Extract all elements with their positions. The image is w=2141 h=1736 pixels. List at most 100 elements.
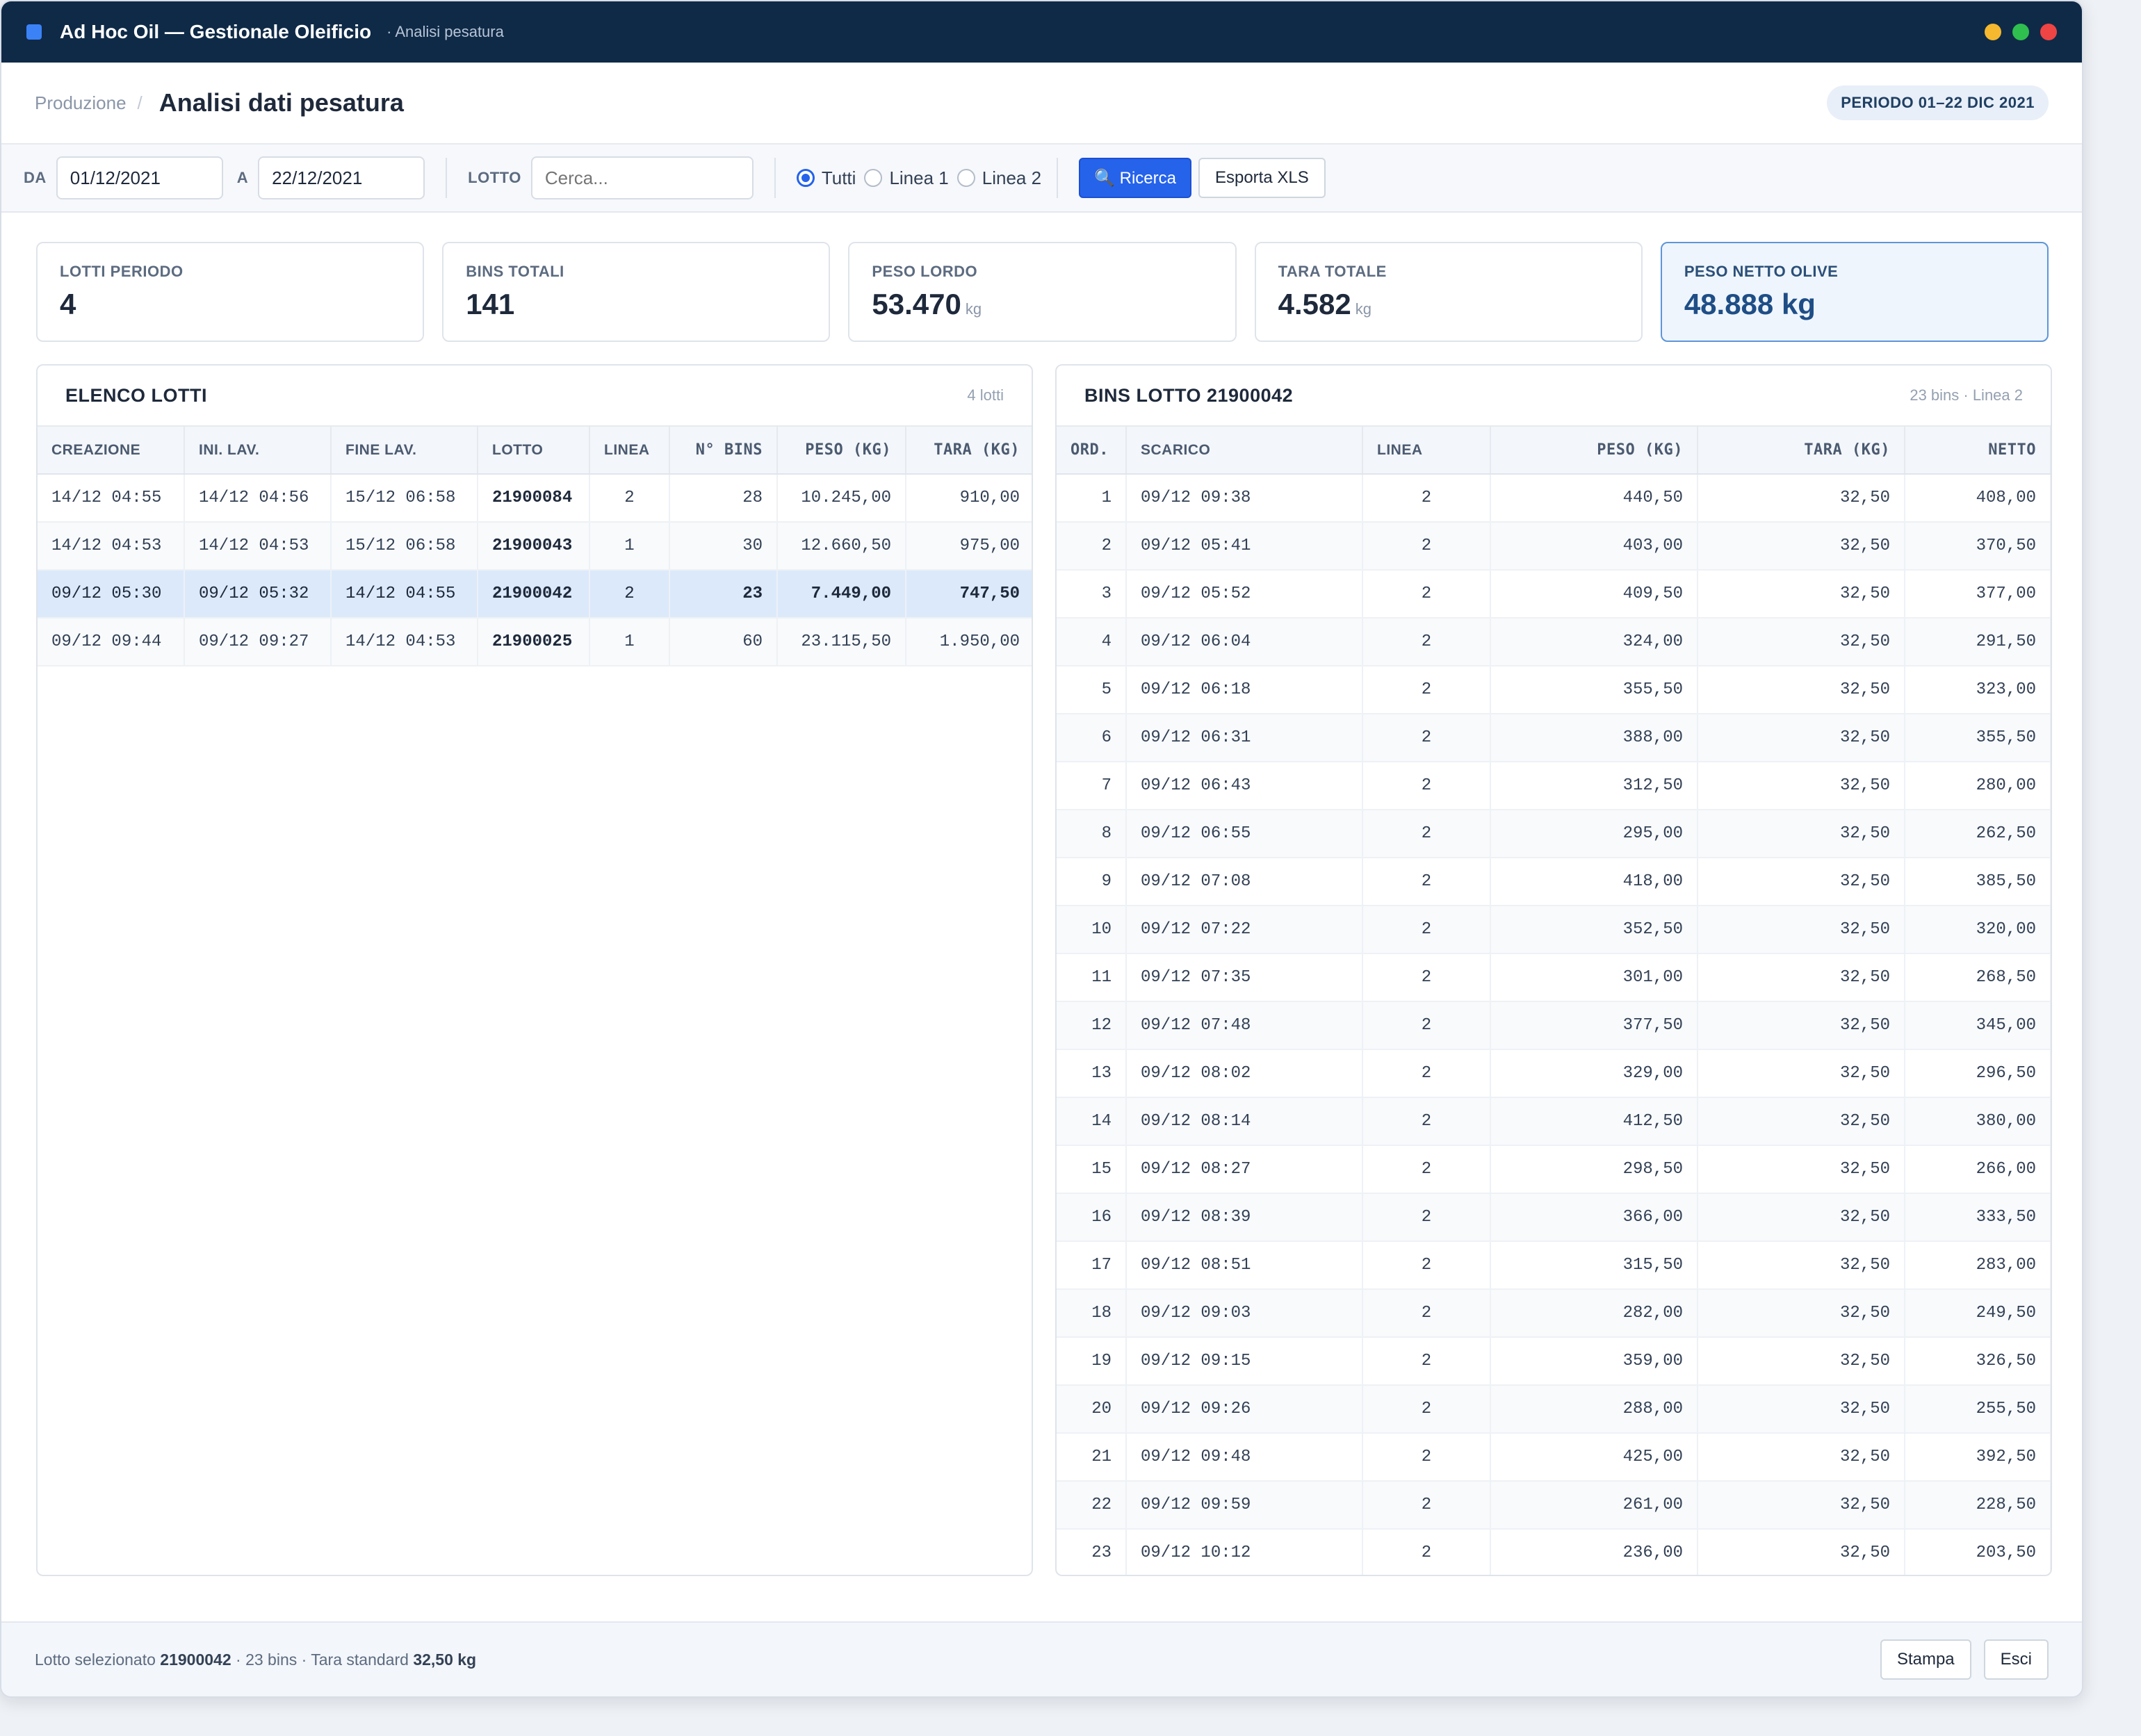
column-header[interactable]: N° BINS <box>669 427 778 475</box>
lot-row[interactable]: 14/12 04:55 14/12 04:56 15/12 06:58 2190008… <box>38 474 1032 523</box>
bin-row[interactable]: 15 09/12 08:27 2 298,50 32,50 266,00 <box>1057 1145 2051 1194</box>
table-cell: 2 <box>1362 1145 1491 1194</box>
bin-row[interactable]: 5 09/12 06:18 2 355,50 32,50 323,00 <box>1057 666 2051 714</box>
table-cell: 280,00 <box>1905 762 2051 810</box>
bin-row[interactable]: 22 09/12 09:59 2 261,00 32,50 228,50 <box>1057 1481 2051 1530</box>
column-header[interactable]: ORD. <box>1057 427 1127 475</box>
table-cell: 09/12 06:55 <box>1126 810 1363 858</box>
table-cell: 380,00 <box>1905 1097 2051 1146</box>
column-header[interactable]: LOTTO <box>478 427 590 475</box>
stat-value: 141 <box>466 288 515 320</box>
divider <box>1057 158 1059 198</box>
bin-row[interactable]: 13 09/12 08:02 2 329,00 32,50 296,50 <box>1057 1049 2051 1098</box>
table-cell: 18 <box>1057 1289 1127 1338</box>
app-window: Ad Hoc Oil — Gestionale Oleificio · Anal… <box>0 0 2083 1698</box>
table-cell: 32,50 <box>1698 474 1905 523</box>
bin-row[interactable]: 2 09/12 05:41 2 403,00 32,50 370,50 <box>1057 522 2051 571</box>
stat-value-wrap: 4.582 kg <box>1278 288 1619 321</box>
radio-line1[interactable]: Linea 1 <box>864 167 949 189</box>
bin-row[interactable]: 23 09/12 10:12 2 236,00 32,50 203,50 <box>1057 1529 2051 1575</box>
bin-row[interactable]: 11 09/12 07:35 2 301,00 32,50 268,50 <box>1057 953 2051 1002</box>
table-cell: 355,50 <box>1905 714 2051 762</box>
table-cell: 2 <box>1362 1385 1491 1434</box>
bin-row[interactable]: 18 09/12 09:03 2 282,00 32,50 249,50 <box>1057 1289 2051 1338</box>
table-cell: 32,50 <box>1698 1385 1905 1434</box>
breadcrumb[interactable]: Produzione <box>35 92 127 114</box>
bin-row[interactable]: 1 09/12 09:38 2 440,50 32,50 408,00 <box>1057 474 2051 523</box>
column-header[interactable]: FINE LAV. <box>331 427 478 475</box>
stat-card-lots: LOTTI PERIODO 4 <box>36 242 425 342</box>
lot-row[interactable]: 09/12 05:30 09/12 05:32 14/12 04:55 2190004… <box>38 570 1032 619</box>
close-button[interactable] <box>2040 24 2057 40</box>
bin-row[interactable]: 4 09/12 06:04 2 324,00 32,50 291,50 <box>1057 618 2051 666</box>
column-header[interactable]: LINEA <box>589 427 670 475</box>
bin-row[interactable]: 20 09/12 09:26 2 288,00 32,50 255,50 <box>1057 1385 2051 1434</box>
lotto-search-input[interactable] <box>530 156 754 199</box>
print-button[interactable]: Stampa <box>1880 1639 1971 1680</box>
exit-button[interactable]: Esci <box>1983 1639 2049 1680</box>
from-date-input[interactable] <box>56 156 223 199</box>
table-cell: 2 <box>1362 714 1491 762</box>
bin-row[interactable]: 9 09/12 07:08 2 418,00 32,50 385,50 <box>1057 858 2051 906</box>
table-cell: 60 <box>669 618 778 666</box>
bin-row[interactable]: 16 09/12 08:39 2 366,00 32,50 333,50 <box>1057 1193 2051 1242</box>
stat-value: 4.582 <box>1278 288 1351 320</box>
bin-row[interactable]: 14 09/12 08:14 2 412,50 32,50 380,00 <box>1057 1097 2051 1146</box>
table-cell: 385,50 <box>1905 858 2051 906</box>
table-cell: 14/12 04:53 <box>184 522 332 571</box>
table-cell: 15/12 06:58 <box>331 474 478 523</box>
column-header[interactable]: LINEA <box>1362 427 1491 475</box>
column-header[interactable]: PESO (KG) <box>1490 427 1698 475</box>
radio-line2[interactable]: Linea 2 <box>956 167 1041 189</box>
table-cell: 418,00 <box>1490 858 1698 906</box>
from-label: DA <box>24 169 47 186</box>
column-header[interactable]: INI. LAV. <box>184 427 332 475</box>
bin-row[interactable]: 3 09/12 05:52 2 409,50 32,50 377,00 <box>1057 570 2051 619</box>
footer-middle: · 23 bins · Tara standard <box>236 1650 409 1669</box>
table-cell: 09/12 07:08 <box>1126 858 1363 906</box>
column-header[interactable]: PESO (KG) <box>777 427 906 475</box>
column-header[interactable]: NETTO <box>1905 427 2051 475</box>
table-cell: 312,50 <box>1490 762 1698 810</box>
lot-row[interactable]: 14/12 04:53 14/12 04:53 15/12 06:58 2190004… <box>38 522 1032 571</box>
table-cell: 366,00 <box>1490 1193 1698 1242</box>
table-cell: 09/12 09:59 <box>1126 1481 1363 1530</box>
table-cell: 32,50 <box>1698 810 1905 858</box>
lot-row[interactable]: 09/12 09:44 09/12 09:27 14/12 04:53 2190002… <box>38 618 1032 666</box>
bin-row[interactable]: 12 09/12 07:48 2 377,50 32,50 345,00 <box>1057 1001 2051 1050</box>
table-cell: 262,50 <box>1905 810 2051 858</box>
table-cell: 2 <box>589 474 670 523</box>
table-cell: 10.245,00 <box>777 474 906 523</box>
stat-label: TARA TOTALE <box>1278 263 1387 280</box>
table-cell: 32,50 <box>1698 1481 1905 1530</box>
to-date-input[interactable] <box>258 156 425 199</box>
table-cell: 09/12 05:52 <box>1126 570 1363 619</box>
radio-all-indicator[interactable] <box>796 169 815 187</box>
table-cell: 14/12 04:55 <box>331 570 478 619</box>
export-xls-button[interactable]: Esporta XLS <box>1198 158 1326 198</box>
bin-row[interactable]: 7 09/12 06:43 2 312,50 32,50 280,00 <box>1057 762 2051 810</box>
search-button[interactable]: 🔍 Ricerca <box>1079 158 1191 198</box>
table-cell: 377,50 <box>1490 1001 1698 1050</box>
radio-line2-indicator[interactable] <box>956 169 975 187</box>
table-cell: 377,00 <box>1905 570 2051 619</box>
stat-label: PESO LORDO <box>872 263 978 280</box>
column-header[interactable]: CREAZIONE <box>38 427 185 475</box>
maximize-button[interactable] <box>2012 24 2029 40</box>
bin-row[interactable]: 19 09/12 09:15 2 359,00 32,50 326,50 <box>1057 1337 2051 1386</box>
bin-row[interactable]: 21 09/12 09:48 2 425,00 32,50 392,50 <box>1057 1433 2051 1482</box>
minimize-button[interactable] <box>1985 24 2001 40</box>
bin-row[interactable]: 8 09/12 06:55 2 295,00 32,50 262,50 <box>1057 810 2051 858</box>
bin-row[interactable]: 17 09/12 08:51 2 315,50 32,50 283,00 <box>1057 1241 2051 1290</box>
radio-all[interactable]: Tutti <box>796 167 856 189</box>
bin-row[interactable]: 6 09/12 06:31 2 388,00 32,50 355,50 <box>1057 714 2051 762</box>
stat-unit: kg <box>965 300 982 318</box>
table-cell: 301,00 <box>1490 953 1698 1002</box>
table-cell: 32,50 <box>1698 762 1905 810</box>
bin-row[interactable]: 10 09/12 07:22 2 352,50 32,50 320,00 <box>1057 906 2051 954</box>
column-header[interactable]: TARA (KG) <box>1698 427 1905 475</box>
radio-line1-indicator[interactable] <box>864 169 883 187</box>
column-header[interactable]: TARA (KG) <box>906 427 1032 475</box>
table-cell: 291,50 <box>1905 618 2051 666</box>
column-header[interactable]: SCARICO <box>1126 427 1363 475</box>
